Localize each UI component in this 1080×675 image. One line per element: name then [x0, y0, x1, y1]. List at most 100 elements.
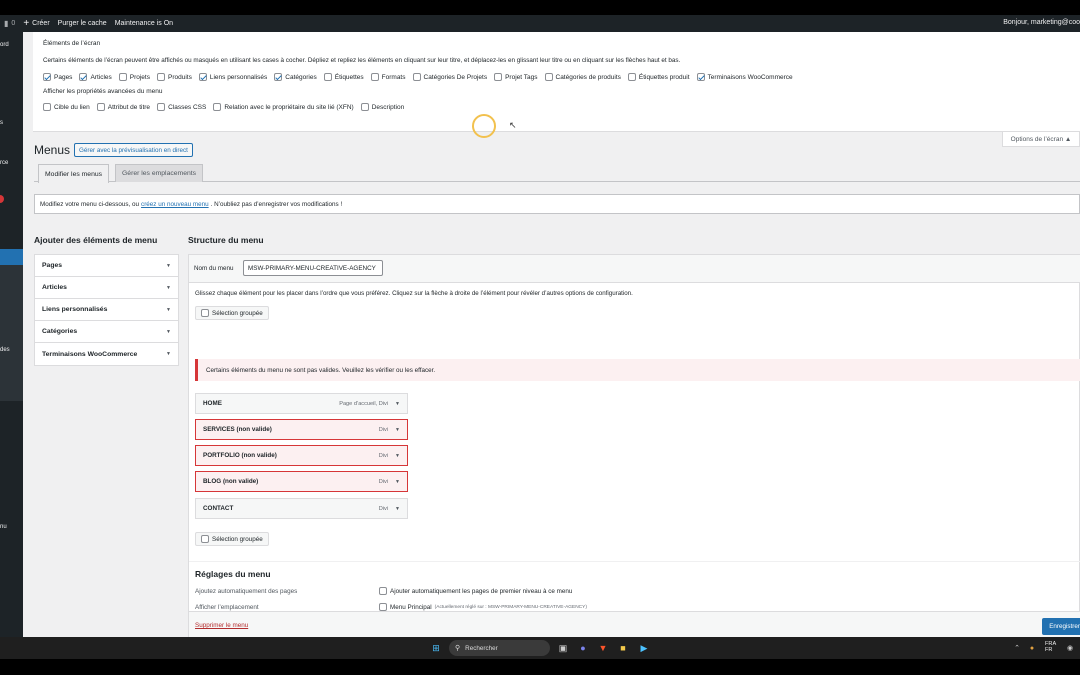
caret-down-icon[interactable]: ▼ — [166, 351, 171, 357]
tab-manage-locations[interactable]: Gérer les emplacements — [115, 164, 204, 182]
screen-option-option[interactable]: Liens personnalisés — [198, 73, 267, 81]
create-new-menu-link[interactable]: créez un nouveau menu — [141, 201, 209, 208]
bulk-select-checkbox[interactable] — [201, 535, 209, 543]
menu-item[interactable]: BLOG (non valide) Divi ▼ — [195, 471, 408, 492]
accordion-item[interactable]: Terminaisons WooCommerce ▼ — [35, 343, 178, 365]
caret-down-icon[interactable]: ▼ — [395, 427, 400, 433]
auto-add-checkbox[interactable] — [379, 587, 387, 595]
menu-name-input[interactable]: MSW-PRIMARY-MENU-CREATIVE-AGENCY — [243, 260, 383, 276]
chevron-up-icon[interactable]: ⌃ — [1012, 641, 1022, 655]
auto-add-option[interactable]: Ajouter automatiquement les pages de pre… — [379, 587, 572, 595]
sidebar-item-dashboard[interactable]: ord — [0, 42, 9, 48]
bulk-select-button-top[interactable]: Sélection groupée — [195, 306, 269, 320]
screen-option-option[interactable]: Terminaisons WooCommerce — [696, 73, 793, 81]
screen-option-label: Catégories de produits — [555, 73, 621, 81]
caret-down-icon[interactable]: ▼ — [395, 479, 400, 485]
accordion-item-label: Catégories — [42, 328, 78, 335]
advanced-option-checkbox[interactable] — [157, 103, 166, 111]
purge-cache-item[interactable]: Purger le cache — [58, 20, 107, 27]
accordion-item[interactable]: Articles ▼ — [35, 277, 178, 299]
screen-option-option[interactable]: Catégories De Projets — [412, 73, 487, 81]
screen-option-checkbox[interactable] — [323, 73, 332, 81]
wifi-icon[interactable]: ◉ — [1065, 641, 1075, 655]
screen-options-toggle[interactable]: Options de l’écran ▲ — [1002, 132, 1080, 147]
caret-down-icon[interactable]: ▼ — [166, 329, 171, 335]
microphone-icon[interactable]: ● — [1027, 641, 1037, 655]
caret-down-icon[interactable]: ▼ — [395, 401, 400, 407]
accordion-item[interactable]: Catégories ▼ — [35, 321, 178, 343]
screen-option-checkbox[interactable] — [412, 73, 421, 81]
advanced-option-checkbox[interactable] — [360, 103, 369, 111]
screen-option-option[interactable]: Étiquettes — [323, 73, 364, 81]
location-checkbox[interactable] — [379, 603, 387, 611]
delete-menu-link[interactable]: Supprimer le menu — [195, 622, 248, 629]
screen-option-option[interactable]: Projet Tags — [494, 73, 538, 81]
advanced-option-option[interactable]: Cible du lien — [43, 103, 90, 111]
screen-option-option[interactable]: Catégories — [274, 73, 317, 81]
new-item[interactable]: + Créer — [23, 18, 49, 29]
screen-option-checkbox[interactable] — [118, 73, 127, 81]
caret-down-icon[interactable]: ▼ — [166, 263, 171, 269]
taskbar-search[interactable]: ⚲ Rechercher — [449, 640, 550, 656]
teams-icon[interactable]: ● — [577, 641, 589, 655]
screen-option-checkbox[interactable] — [370, 73, 379, 81]
sidebar-item-menu[interactable]: nu — [0, 524, 7, 530]
screen-option-option[interactable]: Formats — [370, 73, 406, 81]
screen-option-checkbox[interactable] — [494, 73, 503, 81]
screen-option-checkbox[interactable] — [156, 73, 165, 81]
advanced-option-option[interactable]: Classes CSS — [157, 103, 206, 111]
comments-item[interactable]: ▮ 0 — [4, 19, 15, 28]
live-preview-button[interactable]: Gérer avec la prévisualisation en direct — [74, 143, 193, 157]
plus-icon: + — [23, 18, 30, 29]
screen-option-checkbox[interactable] — [627, 73, 636, 81]
menu-item[interactable]: CONTACT Divi ▼ — [195, 498, 408, 519]
account-greeting[interactable]: Bonjour, marketing@coo — [1003, 19, 1080, 26]
sidebar-item-woocommerce[interactable]: rce — [0, 160, 8, 166]
terminal-icon[interactable]: ▶ — [638, 641, 650, 655]
caret-down-icon[interactable]: ▼ — [395, 453, 400, 459]
advanced-option-checkbox[interactable] — [43, 103, 51, 111]
caret-down-icon[interactable]: ▼ — [166, 285, 171, 291]
windows-start-icon[interactable]: ⊞ — [430, 641, 442, 655]
accordion-item[interactable]: Pages ▼ — [35, 255, 178, 277]
screen-option-checkbox[interactable] — [274, 73, 283, 81]
page-title: Menus — [34, 143, 71, 157]
bulk-select-checkbox[interactable] — [201, 309, 209, 317]
screen-option-option[interactable]: Étiquettes produit — [627, 73, 690, 81]
location-option[interactable]: Menu Principal (Actuellement réglé sur : … — [379, 603, 587, 611]
menu-item[interactable]: HOME Page d’accueil, Divi ▼ — [195, 393, 408, 414]
sidebar-item-pages[interactable]: s — [0, 120, 3, 126]
screen-option-checkbox[interactable] — [544, 73, 553, 81]
screen-option-checkbox[interactable] — [198, 73, 207, 81]
screen-option-option[interactable]: Projets — [118, 73, 150, 81]
menu-item[interactable]: PORTFOLIO (non valide) Divi ▼ — [195, 445, 408, 466]
advanced-option-option[interactable]: Description — [360, 103, 404, 111]
screen-option-option[interactable]: Produits — [156, 73, 192, 81]
file-explorer-icon[interactable]: ■ — [617, 641, 629, 655]
sidebar-subitem[interactable]: des — [0, 347, 10, 353]
screen-option-checkbox[interactable] — [696, 73, 705, 81]
maintenance-item[interactable]: Maintenance is On — [115, 20, 173, 27]
caret-down-icon[interactable]: ▼ — [166, 307, 171, 313]
menu-item[interactable]: SERVICES (non valide) Divi ▼ — [195, 419, 408, 440]
advanced-option-checkbox[interactable] — [96, 103, 105, 111]
advanced-option-option[interactable]: Relation avec le propriétaire du site li… — [213, 103, 354, 111]
task-view-icon[interactable]: ▣ — [557, 641, 569, 655]
screen-option-checkbox[interactable] — [79, 73, 88, 81]
screen-option-option[interactable]: Pages — [43, 73, 72, 81]
main-content: Éléments de l’écran Certains éléments de… — [23, 32, 1080, 637]
screen-option-checkbox[interactable] — [43, 73, 51, 81]
sidebar-item-appearance[interactable] — [0, 249, 23, 265]
save-menu-button[interactable]: Enregistrer — [1042, 618, 1080, 635]
caret-down-icon[interactable]: ▼ — [395, 506, 400, 512]
auto-add-label: Ajoutez automatiquement des pages — [195, 588, 298, 595]
advanced-option-option[interactable]: Attribut de titre — [96, 103, 150, 111]
language-indicator[interactable]: FRA FR — [1045, 641, 1056, 653]
tab-edit-menus[interactable]: Modifier les menus — [38, 164, 110, 183]
bulk-select-button-bottom[interactable]: Sélection groupée — [195, 532, 269, 546]
screen-option-option[interactable]: Catégories de produits — [544, 73, 621, 81]
accordion-item[interactable]: Liens personnalisés ▼ — [35, 299, 178, 321]
advanced-option-checkbox[interactable] — [213, 103, 222, 111]
brave-browser-icon[interactable]: ▼ — [597, 641, 609, 655]
screen-option-option[interactable]: Articles — [79, 73, 112, 81]
